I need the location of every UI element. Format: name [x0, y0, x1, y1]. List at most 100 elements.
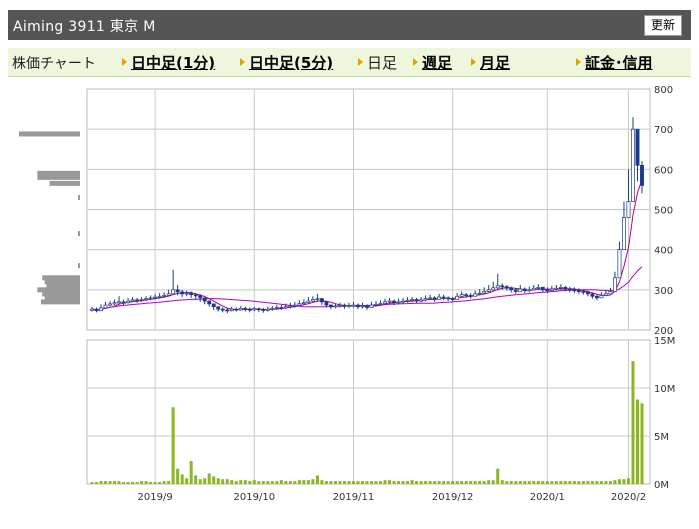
candle-body	[135, 299, 140, 302]
candle-body	[581, 291, 586, 293]
volume-bar	[315, 475, 319, 484]
candle-body	[324, 301, 329, 306]
volume-bar	[559, 481, 563, 484]
volume-bar	[275, 481, 279, 484]
candle-body	[306, 300, 311, 304]
candle-body	[576, 290, 581, 292]
candle-body	[225, 309, 230, 312]
candle-body	[482, 291, 487, 294]
volume-bar	[212, 476, 216, 484]
candle-body	[603, 293, 608, 296]
volume-bar	[626, 478, 630, 484]
candle-body	[527, 289, 532, 292]
candle-body	[207, 300, 212, 305]
volume-bar	[577, 481, 581, 484]
candle-body	[401, 300, 406, 303]
volume-bar	[338, 481, 342, 484]
candle-body	[126, 300, 131, 304]
volume-bar	[478, 481, 482, 484]
volume-bar	[194, 475, 198, 484]
candle-body	[572, 289, 577, 292]
candle-body	[234, 308, 239, 311]
volume-bar	[221, 479, 225, 484]
candle-body	[446, 297, 451, 300]
volume-bar	[554, 481, 558, 484]
date-tick-label: 2019/11	[333, 492, 375, 503]
candle-body	[585, 291, 590, 295]
volume-bar	[410, 480, 414, 484]
volume-bar	[108, 481, 112, 484]
price-axis: 800700600500400300200	[654, 85, 673, 337]
volume-bar	[302, 480, 306, 484]
candle-body	[315, 298, 320, 301]
candle-body	[549, 288, 554, 291]
candle-body	[477, 292, 482, 295]
volume-bar	[324, 481, 328, 484]
candle-body	[301, 302, 306, 305]
volume-bar	[342, 481, 346, 484]
candle-body	[396, 301, 401, 304]
candle-body	[211, 303, 216, 308]
volume-bar	[590, 481, 594, 484]
candle-body	[265, 308, 270, 311]
volume-bar	[225, 479, 229, 484]
volume-bar	[234, 481, 238, 484]
price-tick-label: 500	[654, 206, 673, 217]
candle-body	[193, 294, 198, 297]
volume-tick-label: 0M	[654, 480, 669, 491]
volume-bar	[514, 481, 518, 484]
volume-bar	[541, 481, 545, 484]
volume-bar	[306, 480, 310, 484]
volume-bar	[482, 481, 486, 484]
volume-bar	[617, 479, 621, 484]
volume-bar	[523, 481, 527, 484]
volume-bar	[351, 481, 355, 484]
volume-bar	[171, 407, 175, 484]
volume-bar	[122, 482, 126, 484]
candle-body	[347, 305, 351, 307]
candle-body	[419, 299, 424, 302]
volume-bar	[95, 482, 99, 484]
price-tick-label: 300	[654, 286, 673, 297]
volume-tick-label: 5M	[654, 432, 669, 443]
volume-bar	[536, 481, 540, 484]
volume-bar	[505, 481, 509, 484]
candle-body	[504, 286, 509, 289]
candle-body	[171, 289, 176, 295]
volume-bar	[433, 481, 437, 484]
candle-body	[594, 295, 599, 299]
volume-bar	[153, 482, 157, 484]
candle-body	[338, 304, 342, 307]
candle-body	[283, 306, 288, 309]
candle-body	[626, 201, 631, 218]
candle-body	[261, 309, 266, 311]
candle-body	[567, 288, 572, 291]
volume-bar	[568, 481, 572, 484]
volume-bar	[640, 403, 644, 484]
candle-body	[450, 298, 455, 301]
volume-bar	[167, 481, 171, 484]
volume-bar	[487, 480, 491, 484]
volume-bar	[216, 478, 220, 484]
volume-bar	[392, 481, 396, 484]
candle-body	[274, 307, 279, 309]
candle-body	[333, 305, 338, 308]
price-volume-profile	[19, 131, 80, 305]
candle-body	[252, 308, 257, 311]
volume-bar	[379, 481, 383, 484]
volume-tick-label: 15M	[654, 336, 675, 347]
volume-bar	[581, 481, 585, 484]
volume-panel	[86, 339, 651, 485]
volume-bar	[631, 361, 635, 484]
volume-bar	[360, 481, 364, 484]
candle-body	[554, 287, 559, 290]
candle-body	[243, 307, 248, 310]
volume-bar	[279, 480, 283, 484]
candle-body	[545, 289, 550, 292]
volume-bar	[586, 481, 590, 484]
volume-bar	[90, 482, 94, 484]
candle-body	[599, 295, 604, 299]
candle-body	[423, 298, 428, 301]
volume-profile-bar	[40, 299, 80, 305]
volume-bar	[176, 468, 180, 484]
